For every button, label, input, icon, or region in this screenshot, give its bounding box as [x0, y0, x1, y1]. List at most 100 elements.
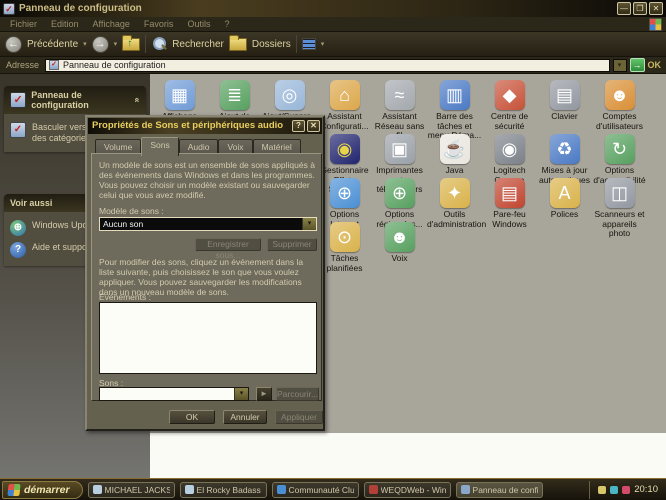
display-icon: ▦	[165, 80, 195, 110]
forward-button[interactable]: →	[92, 36, 109, 53]
views-dropdown-icon[interactable]: ▾	[321, 40, 325, 48]
task-button-el-rocky-badass-mo[interactable]: El Rocky Badass mo...	[180, 482, 267, 498]
back-dropdown-icon[interactable]: ▾	[83, 40, 87, 48]
tab-sons[interactable]: Sons	[141, 137, 178, 156]
dialog-close-button[interactable]: ✕	[307, 120, 320, 132]
go-label[interactable]: OK	[648, 60, 664, 70]
scheme-description: Un modèle de sons est un ensemble de son…	[99, 160, 316, 200]
scheduled-tasks-icon: ⊙	[330, 222, 360, 252]
control-panel-window-icon: ✓	[3, 3, 15, 15]
cp-item-outils-d-administration[interactable]: ✦Outils d'administration	[427, 178, 482, 229]
cp-item-assistant-reseau-sans-fil[interactable]: ≈Assistant Réseau sans fil	[372, 80, 427, 141]
views-icon[interactable]	[302, 38, 316, 50]
task-button-panneau-de-configu[interactable]: Panneau de configu...	[456, 482, 543, 498]
events-listbox[interactable]	[99, 302, 317, 374]
internet-explorer-icon	[277, 485, 286, 494]
camera-control-icon: ◉	[495, 134, 525, 164]
folders-label[interactable]: Dossiers	[252, 39, 291, 50]
task-button-label: El Rocky Badass mo...	[197, 485, 262, 495]
chevron-down-icon[interactable]: ▾	[302, 218, 316, 230]
menu-[interactable]: ?	[218, 18, 235, 30]
chevron-up-icon[interactable]: «	[132, 97, 142, 102]
toolbar-separator	[145, 35, 146, 53]
cp-item-label: Pare-feu Windows	[482, 210, 537, 229]
menu-affichage[interactable]: Affichage	[87, 18, 136, 30]
cp-item-taches-planifiees[interactable]: ⊙Tâches planifiées	[317, 222, 372, 273]
windows-update-globe-icon: ⊕	[10, 220, 26, 236]
chevron-down-icon[interactable]: ▾	[234, 388, 248, 400]
sound-effects-manager-icon: ◉	[330, 134, 360, 164]
cp-item-scanneurs-et-appareils-photo[interactable]: ◫Scanneurs et appareils photo	[592, 178, 647, 239]
folders-icon[interactable]	[229, 38, 247, 51]
title-bar[interactable]: ✓ Panneau de configuration — ❐ ✕	[0, 0, 666, 17]
start-button[interactable]: démarrer	[2, 481, 83, 499]
cp-item-pare-feu-windows[interactable]: ▤ Pare-feu Windows	[482, 178, 537, 229]
sidebar-panel-header[interactable]: ✓ Panneau de configuration «	[4, 86, 146, 114]
switch-category-view-icon: ✓	[10, 122, 26, 138]
menu-outils[interactable]: Outils	[181, 18, 216, 30]
search-app-icon	[93, 485, 102, 494]
cp-item-label: Java	[427, 166, 482, 176]
menu-bar: FichierEditionAffichageFavorisOutils?	[0, 17, 666, 32]
cp-item-comptes-d-utilisateurs[interactable]: ☻Comptes d'utilisateurs	[592, 80, 647, 131]
cp-item-label: Polices	[537, 210, 592, 220]
forward-dropdown-icon[interactable]: ▾	[114, 40, 118, 48]
help-and-support-icon: ?	[10, 242, 26, 258]
close-button[interactable]: ✕	[649, 2, 663, 15]
tray-security-alert-icon[interactable]	[622, 486, 630, 494]
back-button[interactable]: ←	[5, 36, 22, 53]
back-label[interactable]: Précédente	[27, 39, 78, 50]
task-button-label: Panneau de configu...	[473, 485, 538, 495]
address-input[interactable]: ✓ Panneau de configuration	[45, 59, 609, 72]
address-dropdown-button[interactable]: ▾	[613, 59, 627, 72]
tray-messenger-icon[interactable]	[610, 486, 618, 494]
cp-item-label: Scanneurs et appareils photo	[592, 210, 647, 239]
windows-firewall-icon: ▤	[495, 178, 525, 208]
address-value: Panneau de configuration	[63, 60, 166, 70]
cancel-button[interactable]: Annuler	[223, 410, 267, 424]
scheme-combobox[interactable]: Aucun son ▾	[99, 217, 317, 231]
task-button-label: Communauté Club...	[289, 485, 354, 495]
scheme-value: Aucun son	[100, 218, 302, 230]
delete-button[interactable]: Supprimer	[267, 238, 317, 251]
scanners-cameras-icon: ◫	[605, 178, 635, 208]
apply-button[interactable]: Appliquer	[275, 410, 323, 424]
sound-combobox[interactable]: ▾	[99, 387, 249, 401]
dialog-help-button[interactable]: ?	[292, 120, 305, 132]
minimize-button[interactable]: —	[617, 2, 631, 15]
system-tray: 20:10	[589, 481, 664, 499]
taskbar: démarrer MICHAEL JACKSON ... El Rocky Bad…	[0, 478, 666, 500]
search-label[interactable]: Rechercher	[172, 39, 224, 50]
task-button-communaute-club[interactable]: Communauté Club...	[272, 482, 359, 498]
events-label: Événements :	[99, 292, 151, 302]
go-button[interactable]: →	[630, 58, 645, 72]
task-button-weqdweb-windo[interactable]: WEQDWeb - Windo...	[364, 482, 451, 498]
cp-item-clavier[interactable]: ▤Clavier	[537, 80, 592, 122]
play-sound-button[interactable]: ►	[256, 387, 272, 401]
cp-item-label: Assistant Configurati...	[317, 112, 372, 131]
menu-edition[interactable]: Edition	[45, 18, 85, 30]
ok-button[interactable]: OK	[169, 410, 215, 424]
cp-item-polices[interactable]: A Polices	[537, 178, 592, 220]
cp-item-barre-des-taches-et-menu-dema[interactable]: ▥Barre des tâches et menu Déma...	[427, 80, 482, 141]
search-icon[interactable]	[151, 36, 167, 52]
up-folder-icon[interactable]: ↑	[122, 38, 140, 51]
menu-fichier[interactable]: Fichier	[4, 18, 43, 30]
fonts-icon: A	[550, 178, 580, 208]
browse-button[interactable]: Parcourir...	[276, 387, 319, 401]
cp-item-voix[interactable]: ☻Voix	[372, 222, 427, 264]
menu-favoris[interactable]: Favoris	[138, 18, 180, 30]
automatic-updates-icon: ♻	[550, 134, 580, 164]
dialog-title-bar[interactable]: Propriétés de Sons et périphériques audi…	[88, 118, 322, 134]
cp-item-centre-de-securite[interactable]: ◆Centre de sécurité	[482, 80, 537, 131]
sound-properties-dialog: Propriétés de Sons et périphériques audi…	[85, 115, 325, 431]
task-button-michael-jackson[interactable]: MICHAEL JACKSON ...	[88, 482, 175, 498]
save-as-button[interactable]: Enregistrer sous...	[195, 238, 261, 251]
maximize-button[interactable]: ❐	[633, 2, 647, 15]
tray-volume-icon[interactable]	[598, 486, 606, 494]
sounds-tab-page: Un modèle de sons est un ensemble de son…	[91, 153, 322, 401]
cp-item-assistant-configurati[interactable]: ⌂Assistant Configurati...	[317, 80, 372, 131]
wireless-wizard-icon: ≈	[385, 80, 415, 110]
cp-item-java[interactable]: ☕Java	[427, 134, 482, 176]
add-remove-programs-icon: ◎	[275, 80, 305, 110]
